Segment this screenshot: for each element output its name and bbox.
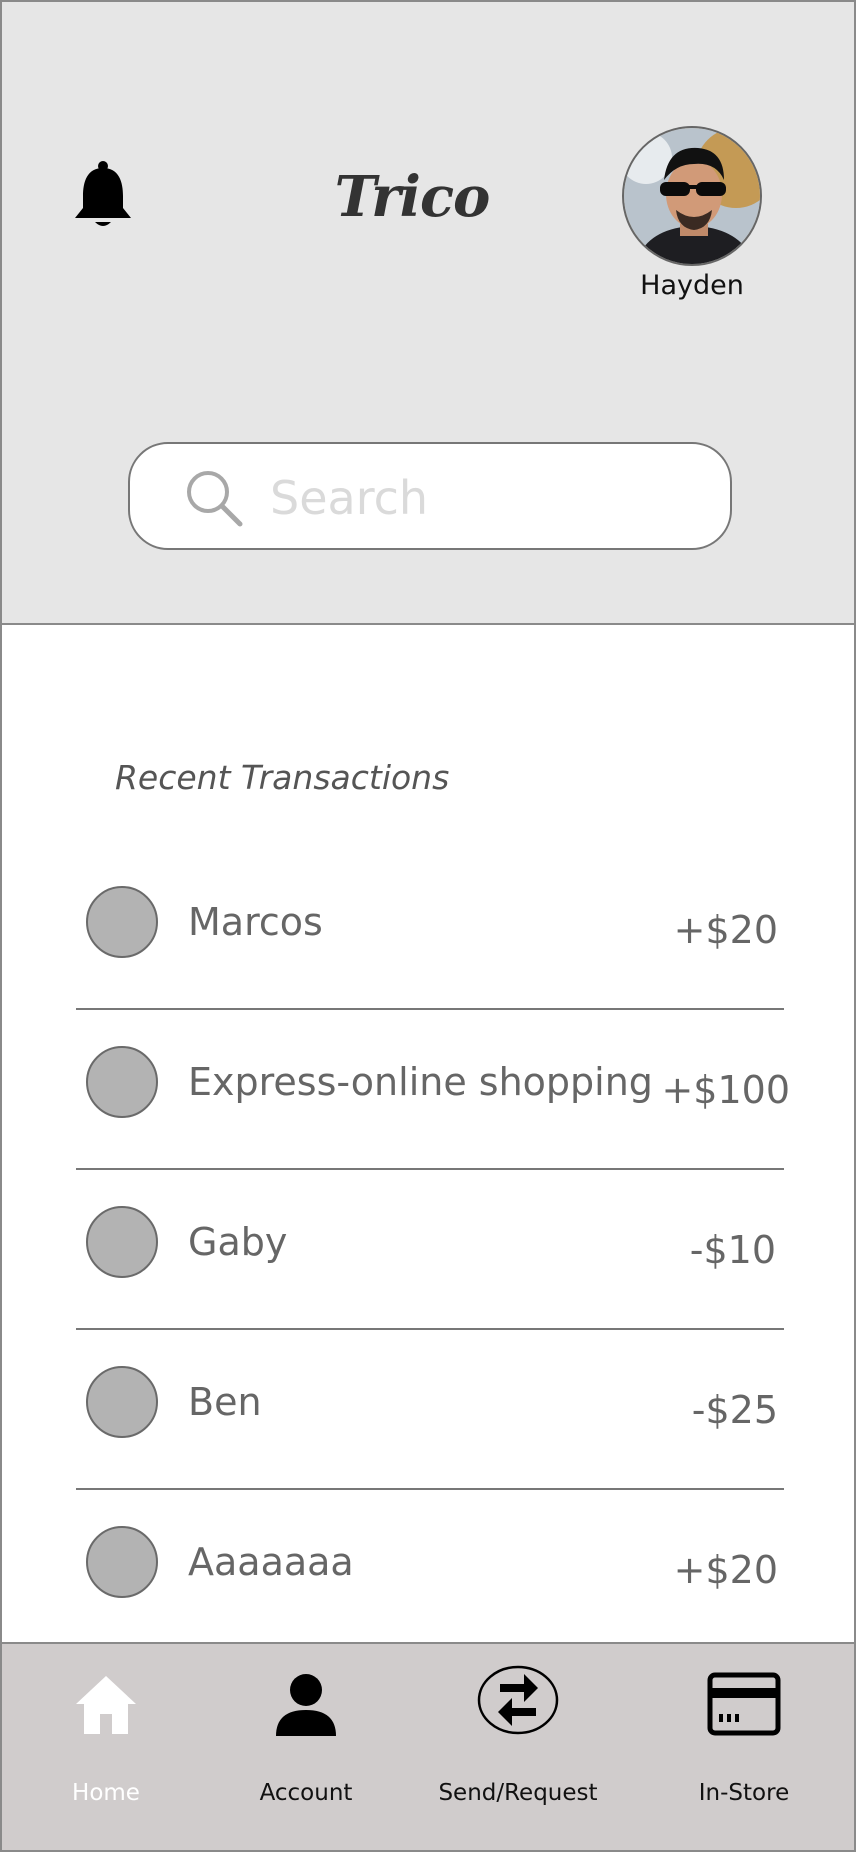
transaction-name: Ben <box>188 1380 262 1424</box>
person-icon <box>276 1674 336 1736</box>
card-icon <box>707 1672 781 1736</box>
transaction-avatar <box>86 1046 158 1118</box>
user-avatar[interactable] <box>622 126 762 266</box>
nav-account[interactable]: Account <box>206 1672 406 1822</box>
transaction-avatar <box>86 1206 158 1278</box>
bottom-nav: Home Account Send/Request In-Store <box>2 1642 854 1850</box>
transaction-avatar <box>86 1366 158 1438</box>
transaction-avatar <box>86 1526 158 1598</box>
transaction-row[interactable]: Gaby -$10 <box>74 1170 784 1330</box>
transaction-amount: +$20 <box>673 908 778 952</box>
transaction-row[interactable]: Express-online shopping +$100 <box>74 1010 790 1170</box>
transaction-row[interactable]: Aaaaaaa +$20 <box>74 1490 784 1650</box>
transaction-amount: -$25 <box>691 1388 778 1432</box>
transaction-name: Aaaaaaa <box>188 1540 354 1584</box>
transaction-amount: -$10 <box>689 1228 776 1272</box>
transaction-amount: +$100 <box>661 1068 790 1112</box>
transaction-name: Gaby <box>188 1220 288 1264</box>
search-icon <box>184 468 244 528</box>
transaction-row[interactable]: Marcos +$20 <box>74 850 784 1010</box>
recent-transactions-title: Recent Transactions <box>115 758 450 797</box>
nav-home[interactable]: Home <box>6 1672 206 1822</box>
nav-in-store-label: In-Store <box>698 1780 790 1806</box>
transaction-avatar <box>86 886 158 958</box>
nav-home-label: Home <box>72 1780 140 1806</box>
transaction-row[interactable]: Ben -$25 <box>74 1330 784 1490</box>
nav-send-request[interactable]: Send/Request <box>418 1665 618 1822</box>
nav-send-request-label: Send/Request <box>438 1780 598 1806</box>
transaction-amount: +$20 <box>673 1548 778 1592</box>
search-bar[interactable] <box>128 442 732 550</box>
nav-in-store[interactable]: In-Store <box>644 1672 844 1822</box>
transaction-name: Marcos <box>188 900 323 944</box>
app-logo: Trico <box>334 164 491 230</box>
transaction-name: Express-online shopping <box>188 1060 653 1104</box>
user-name: Hayden <box>640 270 744 301</box>
header: Trico Hayden <box>2 2 854 625</box>
nav-account-label: Account <box>259 1780 353 1806</box>
search-input[interactable] <box>270 470 690 526</box>
swap-arrows-icon <box>477 1665 559 1735</box>
app-screen: Trico Hayden Search Recent Transactions … <box>0 0 856 1852</box>
home-icon <box>76 1676 136 1734</box>
bell-icon[interactable] <box>72 160 134 230</box>
